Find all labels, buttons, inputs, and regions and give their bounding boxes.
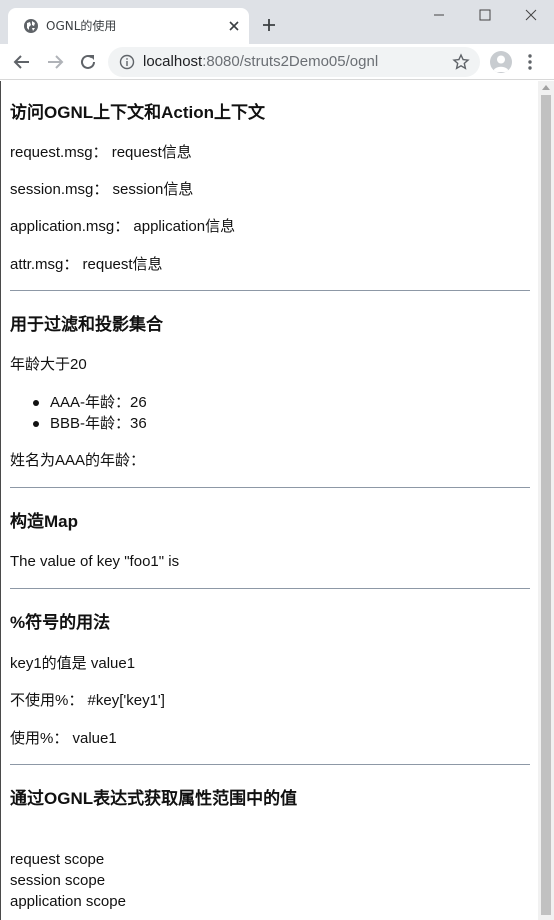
request-scope-line: request scope (10, 851, 105, 868)
scroll-up-arrow-icon[interactable] (542, 85, 550, 90)
application-msg-line: application.msg： application信息 (10, 218, 236, 235)
forward-arrow-icon[interactable] (44, 51, 66, 73)
divider (10, 764, 530, 765)
heading-scope-values: 通过OGNL表达式获取属性范围中的值 (10, 789, 298, 808)
divider (10, 290, 530, 291)
tab-title: OGNL的使用 (46, 19, 117, 33)
bookmark-star-icon[interactable] (452, 53, 470, 71)
heading-construct-map: 构造Map (10, 512, 78, 531)
key1-value-line: key1的值是 value1 (10, 655, 136, 672)
person-icon (493, 55, 509, 72)
session-msg-line: session.msg： session信息 (10, 181, 194, 198)
without-percent-line: 不使用%： #key['key1'] (10, 692, 165, 709)
url-path: :8080/struts2Demo05/ognl (202, 53, 379, 70)
url-host: localhost (143, 53, 203, 70)
session-scope-line: session scope (10, 872, 106, 889)
browser-toolbar: localhost:8080/struts2Demo05/ognl (0, 44, 554, 80)
request-msg-line: request.msg： request信息 (10, 144, 192, 161)
application-scope-line: application scope (10, 893, 126, 910)
with-percent-line: 使用%： value1 (10, 730, 117, 747)
page-viewport: 访问OGNL上下文和Action上下文 request.msg： request… (0, 81, 538, 920)
heading-filter-projection: 用于过滤和投影集合 (10, 315, 163, 334)
tab-strip: OGNL的使用 (0, 0, 554, 44)
close-tab-icon[interactable] (225, 17, 243, 35)
list-item: AAA-年龄：26 (50, 394, 147, 411)
map-value-line: The value of key "foo1" is (10, 553, 180, 570)
divider (10, 588, 530, 589)
vertical-scrollbar[interactable] (538, 81, 554, 920)
attr-msg-line: attr.msg： request信息 (10, 256, 163, 273)
heading-ognl-context: 访问OGNL上下文和Action上下文 (10, 103, 265, 122)
back-arrow-icon[interactable] (11, 51, 33, 73)
address-bar[interactable]: localhost:8080/struts2Demo05/ognl (108, 47, 480, 77)
site-info-icon[interactable] (119, 54, 135, 70)
divider (10, 487, 530, 488)
profile-avatar-icon[interactable] (490, 51, 512, 73)
bullet (33, 400, 39, 406)
url-text[interactable]: localhost:8080/struts2Demo05/ognl (143, 53, 378, 71)
bullet (33, 421, 39, 427)
browser-tab[interactable]: OGNL的使用 (8, 8, 249, 44)
aaa-age-line: 姓名为AAA的年龄： (10, 452, 146, 469)
scrollbar-thumb[interactable] (541, 95, 551, 915)
new-tab-plus-icon[interactable] (260, 16, 278, 34)
reload-icon[interactable] (77, 51, 99, 73)
globe-icon (24, 19, 38, 33)
heading-percent-usage: %符号的用法 (10, 613, 111, 632)
more-menu-icon[interactable] (527, 53, 533, 71)
close-window-icon[interactable] (508, 4, 554, 26)
age-filter-intro: 年龄大于20 (10, 356, 87, 373)
list-item: BBB-年龄：36 (50, 415, 147, 432)
minimize-window-icon[interactable] (416, 4, 462, 26)
maximize-window-icon[interactable] (462, 4, 508, 26)
